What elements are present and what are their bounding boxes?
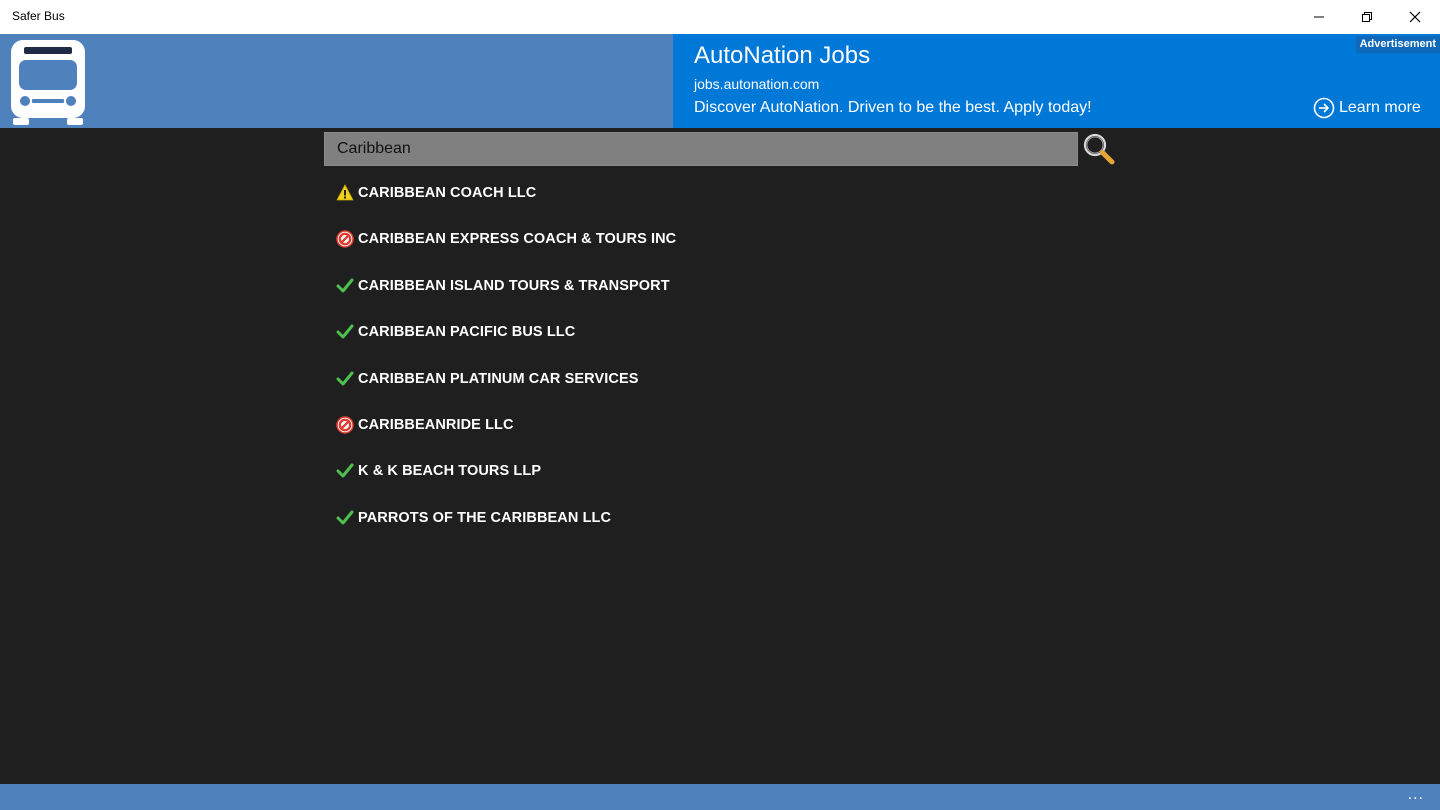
ad-description: Discover AutoNation. Driven to be the be… bbox=[694, 99, 1092, 116]
advertisement-badge: Advertisement bbox=[1355, 36, 1440, 53]
minimize-icon bbox=[1314, 16, 1324, 18]
window-title: Safer Bus bbox=[12, 9, 65, 23]
magnifier-icon bbox=[1083, 133, 1115, 165]
result-item[interactable]: CARIBBEAN ISLAND TOURS & TRANSPORT bbox=[336, 273, 1036, 319]
result-item[interactable]: CARIBBEAN EXPRESS COACH & TOURS INC bbox=[336, 226, 1036, 272]
check-icon bbox=[336, 463, 354, 478]
more-options-button[interactable]: ... bbox=[1408, 786, 1424, 804]
ad-title[interactable]: AutoNation Jobs bbox=[694, 42, 870, 70]
bus-logo-icon bbox=[11, 40, 85, 125]
close-icon bbox=[1409, 11, 1421, 23]
arrow-circle-icon bbox=[1313, 97, 1335, 119]
search-field[interactable] bbox=[324, 132, 1078, 166]
check-icon bbox=[336, 510, 354, 525]
result-label: CARIBBEAN PLATINUM CAR SERVICES bbox=[358, 370, 639, 387]
result-item[interactable]: CARIBBEANRIDE LLC bbox=[336, 412, 1036, 458]
advertisement-banner[interactable]: Advertisement AutoNation Jobs jobs.auton… bbox=[673, 34, 1440, 128]
result-label: CARIBBEAN ISLAND TOURS & TRANSPORT bbox=[358, 277, 670, 294]
result-item[interactable]: PARROTS OF THE CARIBBEAN LLC bbox=[336, 505, 1036, 551]
result-item[interactable]: CARIBBEAN PACIFIC BUS LLC bbox=[336, 319, 1036, 365]
result-item[interactable]: CARIBBEAN PLATINUM CAR SERVICES bbox=[336, 366, 1036, 412]
blocked-icon bbox=[336, 230, 354, 249]
learn-more-link[interactable]: Learn more bbox=[1313, 96, 1421, 120]
app-bar: ... bbox=[0, 784, 1440, 810]
result-label: CARIBBEAN EXPRESS COACH & TOURS INC bbox=[358, 231, 677, 248]
search-button[interactable] bbox=[1081, 132, 1117, 168]
search-input[interactable] bbox=[325, 133, 1077, 165]
check-icon bbox=[336, 324, 354, 339]
check-icon bbox=[336, 371, 354, 386]
learn-more-label: Learn more bbox=[1339, 99, 1421, 116]
result-label: CARIBBEAN PACIFIC BUS LLC bbox=[358, 324, 576, 341]
close-button[interactable] bbox=[1392, 0, 1438, 34]
restore-button[interactable] bbox=[1344, 0, 1390, 34]
result-item[interactable]: CARIBBEAN COACH LLC bbox=[336, 180, 1036, 226]
check-icon bbox=[336, 278, 354, 293]
result-label: K & K BEACH TOURS LLP bbox=[358, 463, 542, 480]
title-bar: Safer Bus bbox=[0, 0, 1440, 34]
blocked-icon bbox=[336, 416, 354, 434]
result-label: PARROTS OF THE CARIBBEAN LLC bbox=[358, 509, 612, 526]
results-list: CARIBBEAN COACH LLC CARIBBEAN EXPRESS COA… bbox=[336, 180, 1036, 551]
result-label: CARIBBEANRIDE LLC bbox=[358, 416, 514, 433]
result-item[interactable]: K & K BEACH TOURS LLP bbox=[336, 458, 1036, 504]
warning-icon bbox=[336, 184, 354, 201]
result-label: CARIBBEAN COACH LLC bbox=[358, 185, 537, 201]
minimize-button[interactable] bbox=[1296, 0, 1342, 34]
restore-icon bbox=[1362, 12, 1372, 22]
ad-url[interactable]: jobs.autonation.com bbox=[694, 76, 819, 92]
